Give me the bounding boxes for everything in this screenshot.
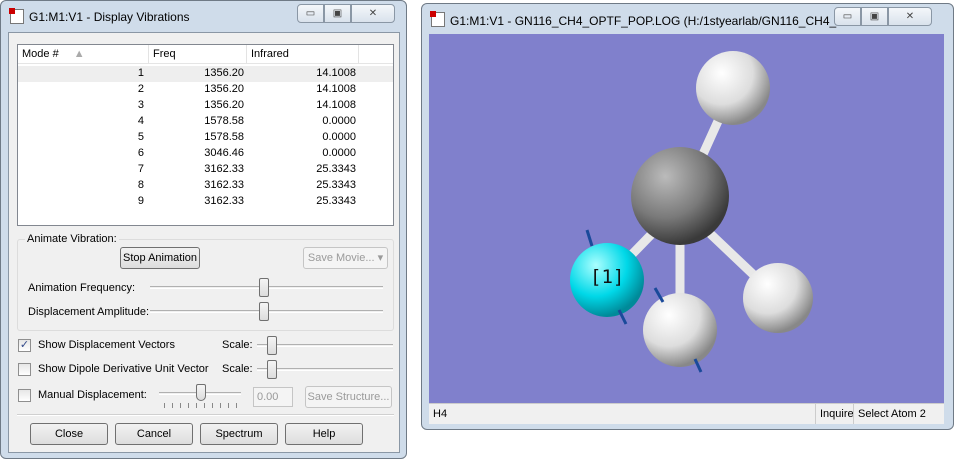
hydrogen-atom-right — [743, 263, 813, 333]
cell-infrared: 0.0000 — [322, 115, 356, 127]
cell-freq: 1578.58 — [204, 115, 244, 127]
gaussview-app-icon — [430, 11, 445, 27]
cell-freq: 3162.33 — [204, 179, 244, 191]
minimize-button[interactable]: ▭ — [297, 4, 324, 23]
atom-label: [1] — [590, 266, 625, 288]
vibration-mode-list[interactable]: Mode # ▲ Freq Infrared 1 1356.20 14.1008 2 1… — [17, 44, 394, 226]
cell-infrared: 14.1008 — [316, 83, 356, 95]
minimize-button[interactable]: ▭ — [834, 7, 861, 26]
sort-ascending-icon: ▲ — [73, 48, 85, 60]
cell-mode: 5 — [137, 131, 144, 143]
check-icon: ✓ — [19, 339, 30, 351]
molecule-viewport[interactable]: [1] — [429, 34, 944, 403]
maximize-button[interactable]: ▣ — [861, 7, 888, 26]
display-vibrations-window: G1:M1:V1 - Display Vibrations ▭ ▣ ✕ Mode… — [0, 0, 407, 459]
cell-infrared: 14.1008 — [316, 99, 356, 111]
dipole-scale-slider[interactable] — [257, 368, 393, 371]
cell-freq: 3162.33 — [204, 163, 244, 175]
cell-mode: 6 — [137, 147, 144, 159]
window-title: G1:M1:V1 - Display Vibrations — [29, 10, 190, 24]
close-button[interactable]: Close — [30, 423, 108, 445]
cell-infrared: 14.1008 — [316, 67, 356, 79]
scale-label: Scale: — [222, 363, 253, 375]
slider-thumb[interactable] — [259, 302, 269, 321]
cell-freq: 3046.46 — [204, 147, 244, 159]
table-row[interactable]: 6 3046.46 0.0000 — [18, 146, 393, 162]
table-row[interactable]: 7 3162.33 25.3343 — [18, 162, 393, 178]
table-row[interactable]: 2 1356.20 14.1008 — [18, 82, 393, 98]
manual-displacement-label: Manual Displacement: — [38, 389, 147, 401]
slider-thumb[interactable] — [196, 384, 206, 401]
show-displacement-vectors-label: Show Displacement Vectors — [38, 339, 175, 351]
gaussview-app-icon — [9, 8, 24, 24]
status-instruction: Select Atom 2 — [853, 404, 930, 424]
table-row[interactable]: 4 1578.58 0.0000 — [18, 114, 393, 130]
help-button[interactable]: Help — [285, 423, 363, 445]
cell-freq: 1356.20 — [204, 67, 244, 79]
cell-mode: 8 — [137, 179, 144, 191]
slider-thumb[interactable] — [259, 278, 269, 297]
status-mode: Inquire — [815, 404, 858, 424]
table-row[interactable]: 1 1356.20 14.1008 — [18, 66, 393, 82]
cell-infrared: 0.0000 — [322, 147, 356, 159]
cell-freq: 1356.20 — [204, 99, 244, 111]
cell-mode: 4 — [137, 115, 144, 127]
cell-infrared: 0.0000 — [322, 131, 356, 143]
methane-molecule — [570, 51, 813, 373]
cell-mode: 9 — [137, 195, 144, 207]
divider — [17, 414, 394, 416]
animation-frequency-label: Animation Frequency: — [28, 282, 135, 294]
cell-mode: 3 — [137, 99, 144, 111]
scale-label: Scale: — [222, 339, 253, 351]
cell-mode: 2 — [137, 83, 144, 95]
cell-infrared: 25.3343 — [316, 179, 356, 191]
show-dipole-checkbox[interactable] — [18, 363, 31, 376]
cell-freq: 3162.33 — [204, 195, 244, 207]
stop-animation-button[interactable]: Stop Animation — [120, 247, 200, 269]
column-freq[interactable]: Freq — [149, 45, 247, 64]
molecule-viewer-window: G1:M1:V1 - GN116_CH4_OPTF_POP.LOG (H:/1s… — [421, 3, 954, 430]
table-row[interactable]: 9 3162.33 25.3343 — [18, 194, 393, 210]
cell-infrared: 25.3343 — [316, 163, 356, 175]
cell-freq: 1356.20 — [204, 83, 244, 95]
window-title: G1:M1:V1 - GN116_CH4_OPTF_POP.LOG (H:/1s… — [450, 14, 856, 28]
column-mode[interactable]: Mode # ▲ — [18, 45, 149, 64]
status-atom: H4 — [433, 408, 448, 420]
displacement-vector — [585, 229, 594, 247]
slider-thumb[interactable] — [267, 336, 277, 355]
save-movie-button[interactable]: Save Movie... ▾ — [303, 247, 388, 269]
close-window-button[interactable]: ✕ — [888, 7, 932, 26]
slider-thumb[interactable] — [267, 360, 277, 379]
table-row[interactable]: 8 3162.33 25.3343 — [18, 178, 393, 194]
dropdown-arrow-icon: ▾ — [377, 252, 384, 264]
column-infrared[interactable]: Infrared — [247, 45, 359, 64]
slider-ticks — [164, 403, 239, 408]
manual-displacement-input[interactable]: 0.00 — [253, 387, 293, 407]
cell-freq: 1578.58 — [204, 131, 244, 143]
cancel-button[interactable]: Cancel — [115, 423, 193, 445]
displacement-amplitude-label: Displacement Amplitude: — [28, 306, 150, 318]
maximize-button[interactable]: ▣ — [324, 4, 351, 23]
table-row[interactable]: 3 1356.20 14.1008 — [18, 98, 393, 114]
show-displacement-vectors-checkbox[interactable]: ✓ — [18, 339, 31, 352]
show-dipole-label: Show Dipole Derivative Unit Vector — [38, 363, 209, 375]
save-structure-button[interactable]: Save Structure... — [305, 386, 392, 408]
hydrogen-atom-top — [696, 51, 770, 125]
table-row[interactable]: 5 1578.58 0.0000 — [18, 130, 393, 146]
close-window-button[interactable]: ✕ — [351, 4, 395, 23]
carbon-atom — [631, 147, 729, 245]
spectrum-button[interactable]: Spectrum — [200, 423, 278, 445]
displacement-scale-slider[interactable] — [257, 344, 393, 347]
manual-displacement-checkbox[interactable] — [18, 389, 31, 402]
animate-vibration-label: Animate Vibration: — [25, 233, 119, 245]
cell-mode: 7 — [137, 163, 144, 175]
cell-infrared: 25.3343 — [316, 195, 356, 207]
cell-mode: 1 — [137, 67, 144, 79]
hydrogen-atom-bottom — [643, 293, 717, 367]
